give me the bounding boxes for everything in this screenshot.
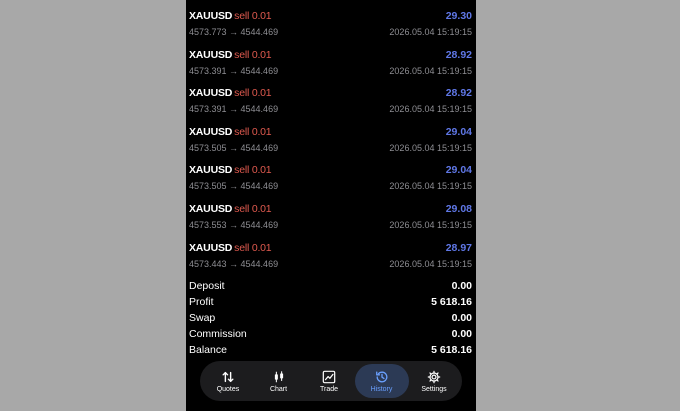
summary-label: Swap bbox=[189, 312, 216, 324]
tab-label: History bbox=[370, 385, 393, 393]
summary-swap: Swap 0.00 bbox=[186, 311, 476, 327]
summary-value: 5 618.16 bbox=[431, 296, 472, 308]
summary-label: Profit bbox=[189, 296, 214, 308]
deal-time: 2026.05.04 15:19:15 bbox=[389, 219, 472, 230]
deal-time: 2026.05.04 15:19:15 bbox=[389, 65, 472, 76]
summary-value: 5 618.16 bbox=[431, 344, 472, 356]
deal-time: 2026.05.04 15:19:15 bbox=[389, 258, 472, 269]
summary-label: Balance bbox=[189, 344, 227, 356]
gear-icon bbox=[427, 370, 441, 383]
deal-row[interactable]: XAUUSD sell 0.01 29.08 4573.553 → 4544.46… bbox=[186, 199, 476, 238]
deal-prices: 4573.505 → 4544.469 bbox=[189, 142, 279, 153]
deal-row[interactable]: XAUUSD sell 0.01 29.04 4573.505 → 4544.46… bbox=[186, 122, 476, 161]
deal-time: 2026.05.04 15:19:15 bbox=[389, 27, 472, 37]
tab-history[interactable]: History bbox=[354, 364, 409, 398]
summary-commission: Commission 0.00 bbox=[186, 327, 476, 343]
deal-side: sell 0.01 bbox=[234, 48, 272, 61]
tab-trade[interactable]: Trade bbox=[304, 364, 354, 398]
tab-quotes[interactable]: Quotes bbox=[203, 364, 253, 398]
tab-chart[interactable]: Chart bbox=[254, 364, 304, 398]
candlestick-icon bbox=[274, 370, 283, 382]
summary-value: 0.00 bbox=[451, 280, 472, 292]
quotes-arrows-icon bbox=[222, 371, 234, 382]
deal-prices: 4573.443 → 4544.469 bbox=[189, 258, 279, 269]
deal-prices: 4573.505 → 4544.469 bbox=[189, 181, 279, 192]
summary-value: 0.00 bbox=[451, 328, 472, 340]
deal-symbol: XAUUSD sell 0.01 bbox=[189, 164, 272, 177]
clock-history-icon bbox=[375, 371, 387, 382]
deal-symbol: XAUUSD sell 0.01 bbox=[189, 87, 272, 100]
deal-time: 2026.05.04 15:19:15 bbox=[389, 142, 472, 153]
deal-profit: 28.92 bbox=[445, 87, 472, 100]
deal-prices: 4573.391 → 4544.469 bbox=[189, 104, 279, 115]
deal-symbol: XAUUSD sell 0.01 bbox=[189, 10, 272, 22]
deal-symbol: XAUUSD sell 0.01 bbox=[189, 125, 272, 138]
deal-symbol: XAUUSD sell 0.01 bbox=[189, 202, 272, 215]
deal-row[interactable]: XAUUSD sell 0.01 28.92 4573.391 → 4544.46… bbox=[186, 83, 476, 122]
tab-label: Quotes bbox=[216, 385, 240, 393]
tab-label: Trade bbox=[319, 385, 339, 393]
deal-row[interactable]: XAUUSD sell 0.01 29.30 4573.773 → 4544.46… bbox=[186, 6, 476, 45]
summary-label: Deposit bbox=[189, 280, 225, 292]
deal-side: sell 0.01 bbox=[234, 241, 272, 254]
deal-side: sell 0.01 bbox=[234, 10, 272, 22]
summary-value: 0.00 bbox=[451, 312, 472, 324]
deal-symbol: XAUUSD sell 0.01 bbox=[189, 48, 272, 61]
bottom-tab-bar: Quotes Chart Trade History Settings bbox=[200, 361, 462, 401]
summary-label: Commission bbox=[189, 328, 247, 340]
deal-profit: 29.08 bbox=[445, 202, 472, 215]
tab-label: Settings bbox=[421, 385, 447, 393]
deal-profit: 28.97 bbox=[445, 241, 472, 254]
deal-row[interactable]: XAUUSD sell 0.01 28.92 4573.391 → 4544.46… bbox=[186, 45, 476, 84]
deal-side: sell 0.01 bbox=[234, 164, 272, 177]
deal-row[interactable]: XAUUSD sell 0.01 28.97 4573.443 → 4544.46… bbox=[186, 238, 476, 277]
deal-time: 2026.05.04 15:19:15 bbox=[389, 104, 472, 115]
summary-profit: Profit 5 618.16 bbox=[186, 295, 476, 311]
deal-symbol: XAUUSD sell 0.01 bbox=[189, 241, 272, 254]
deal-profit: 29.04 bbox=[445, 164, 472, 177]
deal-profit: 29.30 bbox=[445, 10, 472, 22]
deal-side: sell 0.01 bbox=[234, 202, 272, 215]
summary-balance: Balance 5 618.16 bbox=[186, 343, 476, 359]
deal-prices: 4573.391 → 4544.469 bbox=[189, 65, 279, 76]
deal-profit: 29.04 bbox=[445, 125, 472, 138]
deal-prices: 4573.553 → 4544.469 bbox=[189, 219, 279, 230]
app-screen: XAUUSD sell 0.01 29.30 4573.773 → 4544.46… bbox=[186, 0, 476, 411]
deal-row[interactable]: XAUUSD sell 0.01 29.04 4573.505 → 4544.46… bbox=[186, 160, 476, 199]
deals-list: XAUUSD sell 0.01 29.30 4573.773 → 4544.46… bbox=[186, 6, 476, 276]
tab-label: Chart bbox=[269, 385, 288, 393]
deal-side: sell 0.01 bbox=[234, 87, 272, 100]
deal-profit: 28.92 bbox=[445, 48, 472, 61]
deal-side: sell 0.01 bbox=[234, 125, 272, 138]
summary-deposit: Deposit 0.00 bbox=[186, 279, 476, 295]
tab-settings[interactable]: Settings bbox=[409, 364, 459, 398]
deal-time: 2026.05.04 15:19:15 bbox=[389, 181, 472, 192]
history-summary: Deposit 0.00 Profit 5 618.16 Swap 0.00 C… bbox=[186, 279, 476, 359]
trend-chart-icon bbox=[322, 370, 336, 383]
deal-prices: 4573.773 → 4544.469 bbox=[189, 27, 279, 37]
